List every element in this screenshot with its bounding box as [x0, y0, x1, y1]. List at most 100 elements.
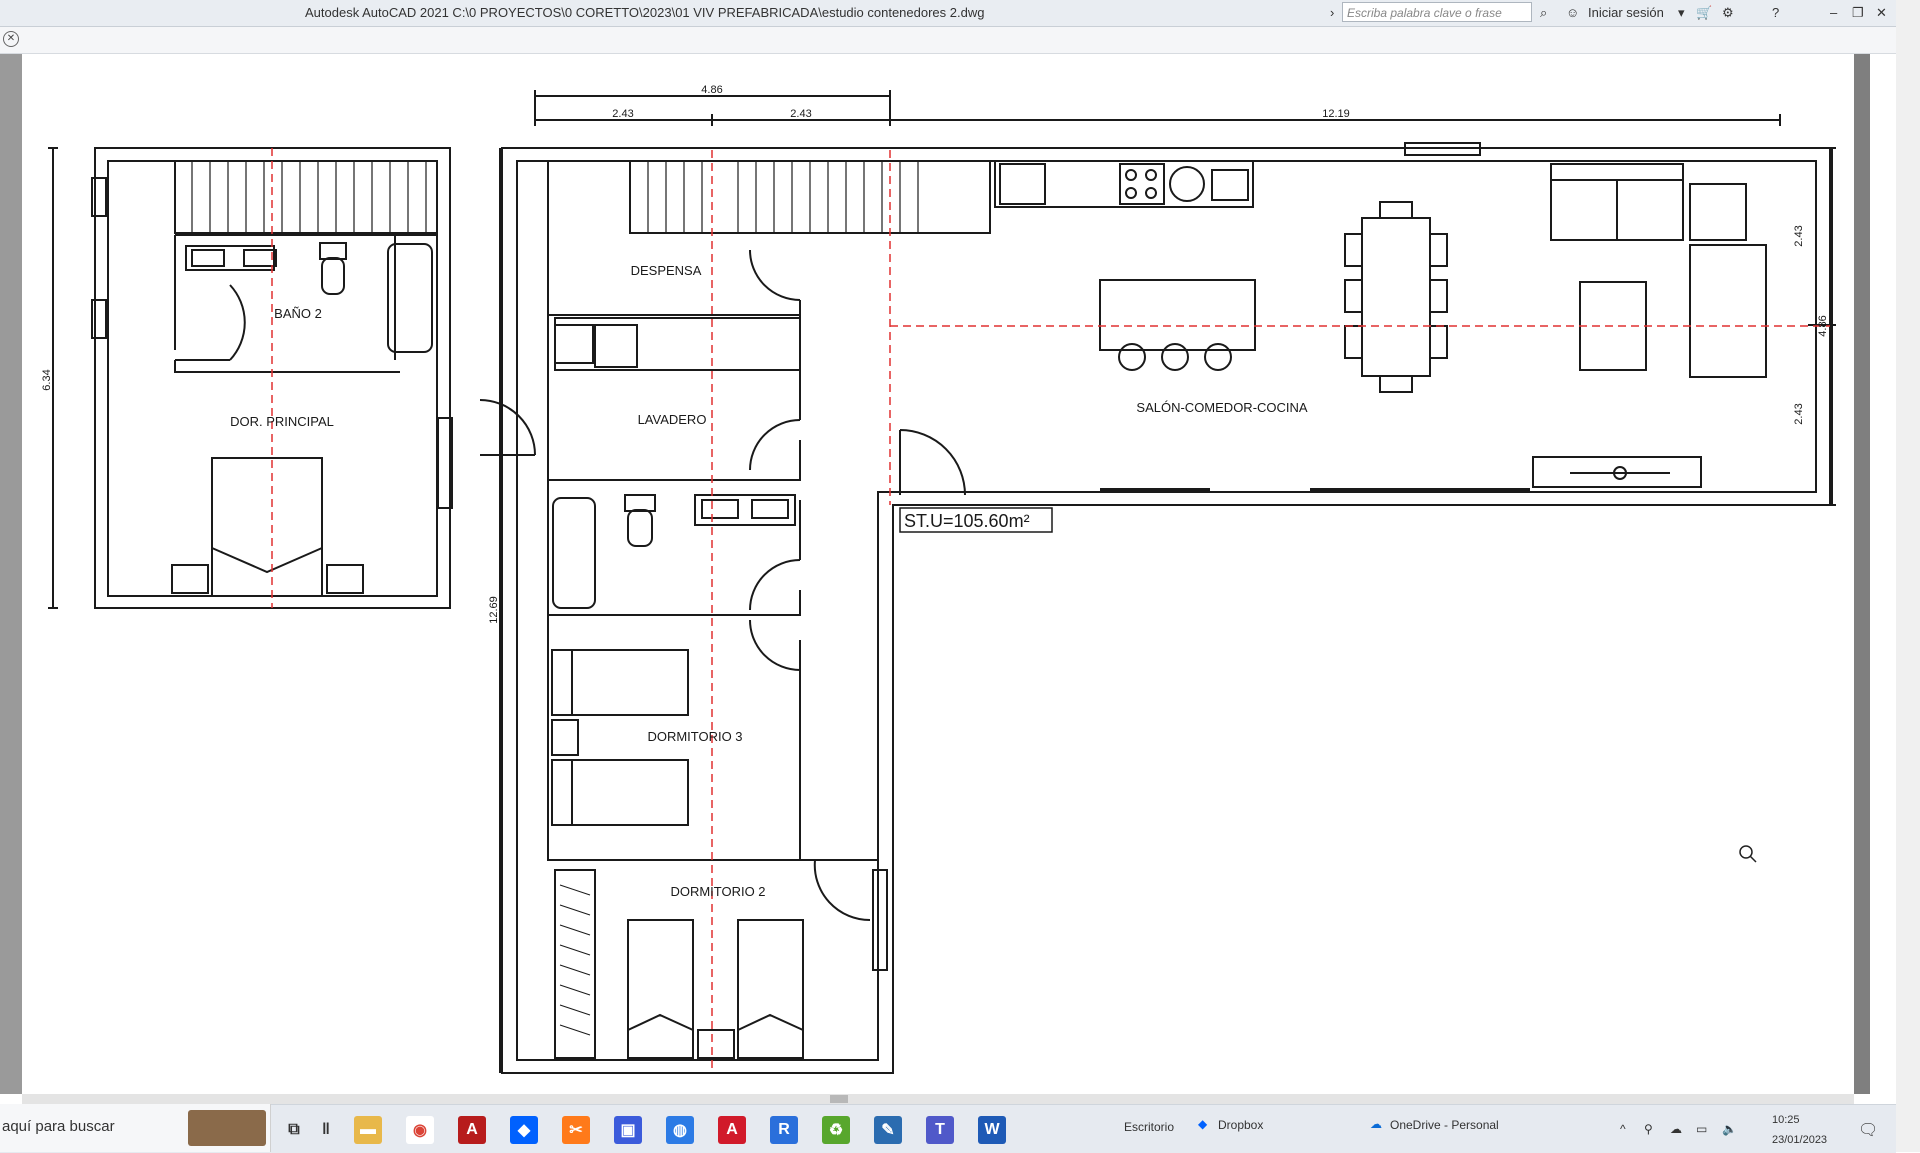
word-icon[interactable]: W: [978, 1116, 1006, 1144]
floor-plan[interactable]: BAÑO 2 DOR. PRINCIPAL DESPENSA LAVADERO …: [22, 54, 1854, 1094]
door-swing: [749, 249, 801, 301]
right-panel: [1896, 0, 1920, 1152]
cart-icon[interactable]: 🛒: [1696, 3, 1712, 23]
nightstand: [171, 564, 209, 594]
dim-text: 12.69: [488, 596, 500, 624]
dim-text: 4.86: [1817, 315, 1829, 336]
restore-icon[interactable]: ❐: [1852, 3, 1864, 23]
notification-icon[interactable]: 🗨: [1858, 1120, 1878, 1140]
door-swing: [229, 284, 246, 361]
door-swing: [749, 559, 801, 611]
help-search-input[interactable]: Escriba palabra clave o frase: [1342, 2, 1532, 22]
dropbox-label[interactable]: Dropbox: [1218, 1118, 1263, 1132]
window-title: Autodesk AutoCAD 2021 C:\0 PROYECTOS\0 C…: [305, 5, 985, 20]
nightstand: [697, 1029, 735, 1059]
laundry-sink: [554, 324, 594, 364]
horizontal-scrollbar[interactable]: [22, 1094, 1854, 1104]
door-swing: [813, 859, 871, 922]
dim-text: 4.86: [701, 84, 722, 96]
horizontal-scroll-thumb[interactable]: [830, 1095, 848, 1103]
design-app-icon[interactable]: ✎: [874, 1116, 902, 1144]
door-swing: [749, 619, 801, 671]
sketchup-icon[interactable]: ◍: [666, 1116, 694, 1144]
cloud-icon[interactable]: ☁: [1670, 1122, 1682, 1136]
onedrive-icon: ☁: [1370, 1117, 1382, 1131]
kitchen-island: [1099, 279, 1256, 351]
autocad-icon[interactable]: A: [718, 1116, 746, 1144]
toilet: [624, 494, 656, 512]
user-icon: ☺: [1566, 5, 1580, 20]
dining-table: [1361, 217, 1431, 377]
stair-upper: [174, 160, 438, 234]
laundry-door: [479, 399, 536, 456]
title-bar: Autodesk AutoCAD 2021 C:\0 PROYECTOS\0 C…: [0, 0, 1920, 27]
single-bed: [737, 919, 804, 1059]
divider-icon: ‖: [322, 1121, 330, 1138]
help-icon[interactable]: ?: [1772, 3, 1779, 23]
room-label-pantry: DESPENSA: [631, 263, 702, 278]
cooktop: [1119, 163, 1165, 205]
onedrive-label[interactable]: OneDrive - Personal: [1390, 1118, 1499, 1132]
connect-icon[interactable]: ⚙: [1722, 3, 1734, 23]
room-label-living: SALÓN-COMEDOR-COCINA: [1136, 400, 1308, 415]
chevron-right-icon[interactable]: ›: [1330, 3, 1334, 23]
clock-time[interactable]: 10:25: [1772, 1114, 1800, 1126]
chevron-down-icon[interactable]: ▾: [1678, 3, 1685, 23]
single-bed: [627, 919, 694, 1059]
bathtub: [552, 497, 596, 609]
oven: [999, 163, 1046, 205]
room-label-bed3: DORMITORIO 3: [647, 729, 742, 744]
drawing-viewport[interactable]: BAÑO 2 DOR. PRINCIPAL DESPENSA LAVADERO …: [22, 54, 1854, 1094]
file-explorer-icon[interactable]: ▬: [354, 1116, 382, 1144]
desktop-label[interactable]: Escritorio: [1124, 1120, 1174, 1134]
washing-machine: [594, 324, 638, 368]
chrome-icon[interactable]: ◉: [406, 1116, 434, 1144]
file-tab-bar: ✕: [0, 27, 1896, 54]
wardrobe-hangers: [559, 884, 591, 1036]
chevron-up-icon[interactable]: ^: [1620, 1122, 1626, 1136]
kitchen-sink: [1211, 169, 1249, 201]
dropbox-app-icon[interactable]: ◆: [510, 1116, 538, 1144]
minimize-icon[interactable]: –: [1830, 3, 1837, 23]
zoom-cursor-icon: [1739, 845, 1757, 863]
laundry-wall: [547, 315, 801, 481]
acrobat-icon[interactable]: A: [458, 1116, 486, 1144]
teams-icon[interactable]: T: [926, 1116, 954, 1144]
nightstand: [326, 564, 364, 594]
room-label-laundry: LAVADERO: [638, 412, 707, 427]
dim-text: 2.43: [790, 108, 811, 120]
save-icon[interactable]: ▣: [614, 1116, 642, 1144]
close-tab-icon[interactable]: ✕: [3, 31, 19, 47]
stair-treads: [191, 161, 919, 233]
clock-date[interactable]: 23/01/2023: [1772, 1134, 1827, 1146]
nightstand: [551, 719, 579, 756]
entrance-door: [899, 429, 966, 496]
close-icon[interactable]: ✕: [1876, 3, 1887, 23]
search-icon[interactable]: ⌕: [1540, 3, 1547, 23]
door-swing: [749, 419, 801, 471]
dim-text: 2.43: [1793, 225, 1805, 246]
dim-text: 6.34: [41, 369, 53, 390]
network-icon[interactable]: ⚲: [1644, 1122, 1653, 1136]
monitor-icon[interactable]: ▭: [1696, 1122, 1707, 1136]
signin-button[interactable]: Iniciar sesión: [1588, 3, 1664, 23]
double-bed: [211, 457, 323, 597]
room-label-bath2: BAÑO 2: [274, 306, 322, 321]
ground-floor-outer-wall: [501, 147, 1831, 1074]
dropbox-icon: ◆: [1198, 1117, 1208, 1131]
taskbar-search-text: aquí para buscar: [2, 1118, 115, 1135]
revit-icon[interactable]: R: [770, 1116, 798, 1144]
vertical-scrollbar[interactable]: [1854, 54, 1870, 1094]
task-view-icon[interactable]: ⧉: [280, 1116, 308, 1144]
window: [872, 869, 888, 971]
room-label-master: DOR. PRINCIPAL: [230, 414, 334, 429]
toilet: [319, 242, 347, 260]
dim-text: 2.43: [612, 108, 633, 120]
recycle-icon[interactable]: ♻: [822, 1116, 850, 1144]
snip-icon[interactable]: ✂: [562, 1116, 590, 1144]
dim-text: 12.19: [1322, 108, 1350, 120]
sofa: [1689, 244, 1767, 378]
taskbar-search[interactable]: aquí para buscar: [0, 1104, 271, 1152]
volume-icon[interactable]: 🔈: [1722, 1122, 1737, 1136]
sink-round: [1169, 166, 1205, 202]
